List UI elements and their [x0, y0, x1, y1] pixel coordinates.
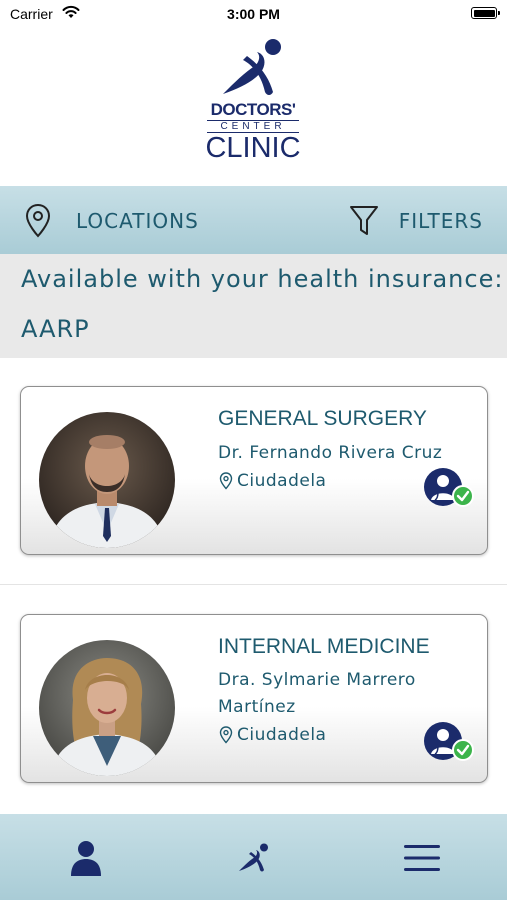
- insurance-banner: Available with your health insurance: AA…: [0, 254, 507, 358]
- insurance-title: Available with your health insurance:: [21, 265, 504, 293]
- bottom-tab-bar: [0, 814, 507, 900]
- location-pin-icon: [25, 203, 51, 238]
- doctor-card[interactable]: GENERAL SURGERY Dr. Fernando Rivera Cruz…: [20, 386, 488, 555]
- filters-button[interactable]: FILTERS: [349, 202, 483, 240]
- location-pin-icon: [219, 472, 233, 490]
- status-bar: Carrier 3:00 PM: [0, 0, 507, 28]
- location-pin-icon: [219, 726, 233, 744]
- insurance-value: AARP: [21, 315, 90, 343]
- tab-menu[interactable]: [400, 836, 444, 880]
- filter-bar: LOCATIONS FILTERS: [0, 186, 507, 254]
- clock: 3:00 PM: [227, 6, 280, 22]
- doctor-location-label: Ciudadela: [237, 725, 327, 745]
- menu-icon: [404, 845, 440, 871]
- logo-text-doctors: DOCTORS': [210, 100, 296, 119]
- doctor-location-label: Ciudadela: [237, 471, 327, 491]
- clinic-logo-icon: [239, 843, 268, 872]
- doctor-name: Dr. Fernando Rivera Cruz: [218, 443, 443, 463]
- doctor-photo: [39, 640, 175, 776]
- locations-button[interactable]: LOCATIONS: [24, 202, 199, 240]
- doctor-location: Ciudadela: [219, 725, 326, 745]
- doctor-photo: [39, 412, 175, 548]
- doctor-specialty: GENERAL SURGERY: [218, 407, 427, 430]
- doctor-card[interactable]: INTERNAL MEDICINE Dra. Sylmarie Marrero …: [20, 614, 488, 783]
- doctor-specialty: INTERNAL MEDICINE: [218, 635, 430, 658]
- list-divider: [0, 584, 507, 585]
- insurance-accepted-icon: [424, 722, 474, 761]
- doctor-location: Ciudadela: [219, 471, 326, 491]
- filters-label: FILTERS: [398, 209, 483, 233]
- tab-profile[interactable]: [64, 836, 108, 880]
- clinic-logo-mark-icon: [223, 39, 281, 95]
- clinic-logo: DOCTORS' CENTER CLINIC: [203, 38, 303, 164]
- battery-icon: [471, 7, 500, 19]
- filter-funnel-icon: [349, 206, 378, 235]
- logo-text-clinic: CLINIC: [205, 132, 301, 164]
- profile-icon: [71, 841, 101, 876]
- tab-clinic-home[interactable]: [232, 836, 276, 880]
- insurance-accepted-icon: [424, 468, 474, 507]
- doctor-name: Dra. Sylmarie Marrero Martínez: [218, 670, 416, 717]
- locations-label: LOCATIONS: [76, 209, 199, 233]
